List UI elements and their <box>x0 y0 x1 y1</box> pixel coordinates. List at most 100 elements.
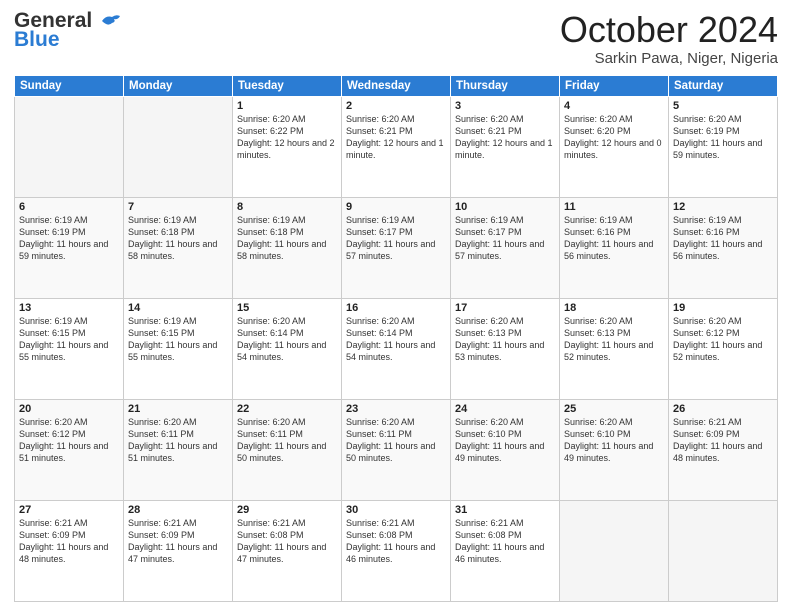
day-info: Sunrise: 6:21 AMSunset: 6:09 PMDaylight:… <box>19 517 119 566</box>
day-info: Sunrise: 6:19 AMSunset: 6:15 PMDaylight:… <box>128 315 228 364</box>
calendar-week-row: 13 Sunrise: 6:19 AMSunset: 6:15 PMDayligh… <box>15 298 778 399</box>
calendar-cell: 27Sunrise: 6:21 AMSunset: 6:09 PMDayligh… <box>15 500 124 601</box>
day-info: Sunrise: 6:19 AMSunset: 6:19 PMDaylight:… <box>19 214 119 263</box>
day-info: Sunrise: 6:19 AMSunset: 6:18 PMDaylight:… <box>237 214 337 263</box>
day-number: 13 <box>19 302 119 314</box>
calendar-cell: 25Sunrise: 6:20 AMSunset: 6:10 PMDayligh… <box>560 399 669 500</box>
calendar-cell <box>560 500 669 601</box>
weekday-header: Friday <box>560 75 669 96</box>
calendar-cell: 26Sunrise: 6:21 AMSunset: 6:09 PMDayligh… <box>669 399 778 500</box>
day-number: 28 <box>128 504 228 516</box>
day-number: 19 <box>673 302 773 314</box>
day-number: 30 <box>346 504 446 516</box>
day-number: 7 <box>128 201 228 213</box>
calendar-cell: 4Sunrise: 6:20 AMSunset: 6:20 PMDaylight… <box>560 96 669 197</box>
day-number: 16 <box>346 302 446 314</box>
day-number: 4 <box>564 100 664 112</box>
title-area: October 2024 Sarkin Pawa, Niger, Nigeria <box>560 10 778 67</box>
weekday-header: Monday <box>124 75 233 96</box>
day-info: Sunrise: 6:20 AMSunset: 6:11 PMDaylight:… <box>128 416 228 465</box>
day-info: Sunrise: 6:20 AMSunset: 6:13 PMDaylight:… <box>564 315 664 364</box>
month-title: October 2024 <box>560 10 778 50</box>
day-info: Sunrise: 6:20 AMSunset: 6:10 PMDaylight:… <box>564 416 664 465</box>
weekday-header: Thursday <box>451 75 560 96</box>
calendar-cell: 16Sunrise: 6:20 AMSunset: 6:14 PMDayligh… <box>342 298 451 399</box>
location: Sarkin Pawa, Niger, Nigeria <box>560 50 778 67</box>
calendar-cell: 28Sunrise: 6:21 AMSunset: 6:09 PMDayligh… <box>124 500 233 601</box>
calendar-week-row: 1Sunrise: 6:20 AMSunset: 6:22 PMDaylight… <box>15 96 778 197</box>
day-info: Sunrise: 6:19 AMSunset: 6:17 PMDaylight:… <box>455 214 555 263</box>
day-info: Sunrise: 6:21 AMSunset: 6:08 PMDaylight:… <box>237 517 337 566</box>
day-info: Sunrise: 6:20 AMSunset: 6:21 PMDaylight:… <box>346 113 446 162</box>
day-info: Sunrise: 6:20 AMSunset: 6:20 PMDaylight:… <box>564 113 664 162</box>
day-number: 25 <box>564 403 664 415</box>
calendar-cell: 19Sunrise: 6:20 AMSunset: 6:12 PMDayligh… <box>669 298 778 399</box>
day-number: 27 <box>19 504 119 516</box>
day-number: 9 <box>346 201 446 213</box>
calendar-cell: 1Sunrise: 6:20 AMSunset: 6:22 PMDaylight… <box>233 96 342 197</box>
day-info: Sunrise: 6:20 AMSunset: 6:21 PMDaylight:… <box>455 113 555 162</box>
calendar-week-row: 6Sunrise: 6:19 AMSunset: 6:19 PMDaylight… <box>15 197 778 298</box>
day-info: Sunrise: 6:20 AMSunset: 6:10 PMDaylight:… <box>455 416 555 465</box>
calendar-cell: 29Sunrise: 6:21 AMSunset: 6:08 PMDayligh… <box>233 500 342 601</box>
calendar-header-row: SundayMondayTuesdayWednesdayThursdayFrid… <box>15 75 778 96</box>
day-info: Sunrise: 6:20 AMSunset: 6:12 PMDaylight:… <box>673 315 773 364</box>
day-info: Sunrise: 6:21 AMSunset: 6:08 PMDaylight:… <box>455 517 555 566</box>
calendar-week-row: 27Sunrise: 6:21 AMSunset: 6:09 PMDayligh… <box>15 500 778 601</box>
day-number: 21 <box>128 403 228 415</box>
day-info: Sunrise: 6:20 AMSunset: 6:12 PMDaylight:… <box>19 416 119 465</box>
calendar-week-row: 20Sunrise: 6:20 AMSunset: 6:12 PMDayligh… <box>15 399 778 500</box>
day-number: 15 <box>237 302 337 314</box>
day-info: Sunrise: 6:20 AMSunset: 6:13 PMDaylight:… <box>455 315 555 364</box>
calendar-cell: 22Sunrise: 6:20 AMSunset: 6:11 PMDayligh… <box>233 399 342 500</box>
day-number: 22 <box>237 403 337 415</box>
day-info: Sunrise: 6:21 AMSunset: 6:09 PMDaylight:… <box>673 416 773 465</box>
calendar-table: SundayMondayTuesdayWednesdayThursdayFrid… <box>14 75 778 602</box>
day-number: 23 <box>346 403 446 415</box>
calendar-cell: 7Sunrise: 6:19 AMSunset: 6:18 PMDaylight… <box>124 197 233 298</box>
weekday-header: Saturday <box>669 75 778 96</box>
calendar-cell: 21Sunrise: 6:20 AMSunset: 6:11 PMDayligh… <box>124 399 233 500</box>
day-number: 14 <box>128 302 228 314</box>
weekday-header: Wednesday <box>342 75 451 96</box>
day-number: 5 <box>673 100 773 112</box>
day-number: 3 <box>455 100 555 112</box>
calendar-cell: 23Sunrise: 6:20 AMSunset: 6:11 PMDayligh… <box>342 399 451 500</box>
calendar-cell: 18Sunrise: 6:20 AMSunset: 6:13 PMDayligh… <box>560 298 669 399</box>
day-info: Sunrise: 6:19 AMSunset: 6:16 PMDaylight:… <box>564 214 664 263</box>
day-number: 18 <box>564 302 664 314</box>
bird-icon <box>100 13 122 29</box>
weekday-header: Sunday <box>15 75 124 96</box>
day-info: Sunrise: 6:20 AMSunset: 6:22 PMDaylight:… <box>237 113 337 162</box>
day-number: 1 <box>237 100 337 112</box>
calendar-cell <box>124 96 233 197</box>
day-number: 29 <box>237 504 337 516</box>
day-info: Sunrise: 6:21 AMSunset: 6:08 PMDaylight:… <box>346 517 446 566</box>
calendar-cell: 31Sunrise: 6:21 AMSunset: 6:08 PMDayligh… <box>451 500 560 601</box>
calendar-cell: 14Sunrise: 6:19 AMSunset: 6:15 PMDayligh… <box>124 298 233 399</box>
day-number: 6 <box>19 201 119 213</box>
day-number: 24 <box>455 403 555 415</box>
calendar-cell: 17Sunrise: 6:20 AMSunset: 6:13 PMDayligh… <box>451 298 560 399</box>
day-info: Sunrise: 6:20 AMSunset: 6:14 PMDaylight:… <box>346 315 446 364</box>
day-number: 10 <box>455 201 555 213</box>
day-number: 8 <box>237 201 337 213</box>
day-number: 26 <box>673 403 773 415</box>
logo: General Blue <box>14 10 122 50</box>
calendar-cell: 10Sunrise: 6:19 AMSunset: 6:17 PMDayligh… <box>451 197 560 298</box>
logo-blue-text: Blue <box>14 29 60 50</box>
day-info: Sunrise: 6:20 AMSunset: 6:19 PMDaylight:… <box>673 113 773 162</box>
page-header: General Blue October 2024 Sarkin Pawa, N… <box>14 10 778 67</box>
calendar-cell: 15Sunrise: 6:20 AMSunset: 6:14 PMDayligh… <box>233 298 342 399</box>
weekday-header: Tuesday <box>233 75 342 96</box>
day-number: 31 <box>455 504 555 516</box>
calendar-cell: 13Sunrise: 6:19 AMSunset: 6:15 PMDayligh… <box>15 298 124 399</box>
calendar-cell: 11Sunrise: 6:19 AMSunset: 6:16 PMDayligh… <box>560 197 669 298</box>
calendar-cell: 20Sunrise: 6:20 AMSunset: 6:12 PMDayligh… <box>15 399 124 500</box>
calendar-cell: 24Sunrise: 6:20 AMSunset: 6:10 PMDayligh… <box>451 399 560 500</box>
day-number: 2 <box>346 100 446 112</box>
day-info: Sunrise: 6:20 AMSunset: 6:11 PMDaylight:… <box>346 416 446 465</box>
day-number: 17 <box>455 302 555 314</box>
day-number: 20 <box>19 403 119 415</box>
day-number: 12 <box>673 201 773 213</box>
